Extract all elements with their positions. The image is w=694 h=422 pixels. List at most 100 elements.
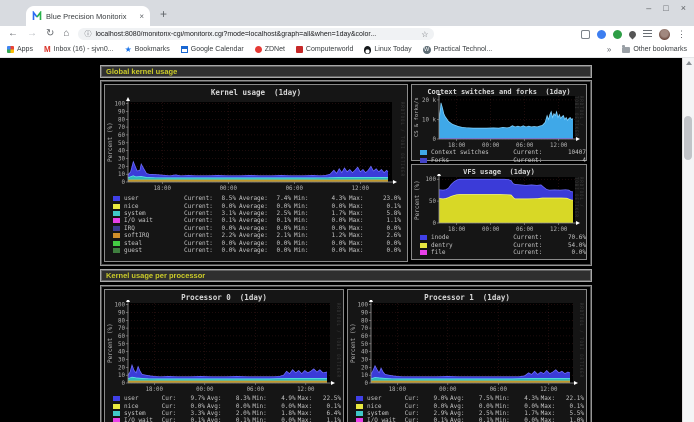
context-switches-plot: 010 k20 k18:0000:0006:0012:00 — [413, 94, 585, 147]
address-bar[interactable]: ⓘ localhost:8080/monitorix-cgi/monitorix… — [78, 28, 434, 40]
y-axis-label: CS & forks/s — [414, 96, 420, 139]
processor-0-legend: userCur:9.7%Avg:8.3%Min:4.9%Max:22.5%nic… — [113, 395, 343, 422]
svg-text:30: 30 — [118, 157, 125, 163]
legend-swatch — [113, 411, 120, 416]
svg-text:00:00: 00:00 — [482, 227, 500, 232]
bookmark-computerworld[interactable]: Computerworld — [296, 46, 353, 53]
vfs-usage-plot: 05010018:0000:0006:0012:00 — [413, 174, 585, 232]
processor-1-graph[interactable]: Processor 1 (1day) Percent (%) 010203040… — [347, 289, 587, 422]
context-switches-legend: Context switchesCurrent:10407ForksCurren… — [420, 149, 586, 164]
svg-text:18:00: 18:00 — [154, 186, 172, 192]
rrdtool-watermark: RRDTOOL / TOBI OETIKER — [574, 177, 584, 223]
reload-icon[interactable]: ↻ — [46, 29, 54, 39]
legend-row: Context switchesCurrent:10407 — [420, 149, 586, 156]
legend-row: niceCur:0.0%Avg:0.0%Min:0.0%Max:0.1% — [113, 402, 343, 409]
legend-row: ForksCurrent:4 — [420, 156, 586, 163]
svg-text:40: 40 — [118, 149, 125, 155]
graph-title: Processor 1 (1day) — [348, 290, 586, 300]
svg-text:12:00: 12:00 — [550, 227, 568, 232]
url-text[interactable]: localhost:8080/monitorix-cgi/monitorix.c… — [95, 31, 417, 38]
svg-text:12:00: 12:00 — [540, 387, 558, 393]
graph-title: Context switches and forks (1day) — [412, 85, 586, 94]
bookmark-google-calendar[interactable]: Google Calendar — [181, 46, 244, 53]
svg-text:00:00: 00:00 — [482, 143, 500, 147]
svg-text:0: 0 — [433, 221, 437, 227]
page-scrollbar[interactable] — [682, 58, 694, 422]
bookmark-apps[interactable]: Apps — [7, 46, 33, 53]
extension-icon-3[interactable] — [613, 30, 622, 39]
svg-text:50: 50 — [118, 141, 125, 147]
kernel-usage-graph[interactable]: Kernel usage (1day) Percent (%) 01020304… — [104, 84, 408, 262]
apps-grid-icon — [7, 46, 14, 53]
bookmark-bookmarks[interactable]: ★Bookmarks — [125, 46, 170, 53]
y-axis-label: Percent (%) — [414, 177, 421, 223]
rrdtool-watermark: RRDTOOL / TOBI OETIKER — [579, 303, 584, 383]
calendar-icon — [181, 46, 188, 53]
page-viewport: Global kernel usage Kernel usage (1day) … — [0, 58, 694, 422]
legend-swatch — [420, 250, 427, 255]
profile-avatar[interactable] — [659, 29, 670, 40]
bookmark-zdnet[interactable]: ZDNet — [255, 46, 285, 53]
svg-text:20: 20 — [361, 365, 368, 371]
back-icon[interactable]: ← — [8, 29, 18, 39]
kernel-usage-per-processor-section: Processor 0 (1day) Percent (%) 010203040… — [100, 285, 592, 422]
processor-1-plot: 010203040506070809010018:0000:0006:0012:… — [349, 300, 585, 393]
svg-text:10: 10 — [118, 172, 125, 178]
tab-title: Blue Precision Monitorix — [46, 12, 135, 21]
svg-text:10: 10 — [361, 373, 368, 379]
svg-text:60: 60 — [118, 334, 125, 340]
rrdtool-watermark: RRDTOOL / TOBI OETIKER — [336, 303, 341, 383]
window-maximize-button[interactable]: □ — [663, 3, 668, 13]
bookmark-inbox[interactable]: MInbox (16) - sjvn0... — [44, 46, 114, 53]
svg-text:0: 0 — [365, 381, 369, 387]
scrollbar-thumb[interactable] — [684, 116, 692, 160]
bookmark-star-icon[interactable]: ☆ — [421, 30, 428, 39]
svg-text:12:00: 12:00 — [297, 387, 315, 393]
window-close-button[interactable]: × — [681, 3, 686, 13]
svg-text:60: 60 — [118, 133, 125, 139]
y-axis-label: Percent (%) — [350, 303, 357, 383]
svg-text:18:00: 18:00 — [389, 387, 407, 393]
legend-row: softIRQCurrent:2.2%Average:2.1%Min:1.2%M… — [113, 232, 407, 239]
y-axis-label: Percent (%) — [107, 102, 114, 182]
bookmark-practical-technology[interactable]: WPractical Technol... — [423, 46, 493, 54]
legend-row: userCur:9.7%Avg:8.3%Min:4.9%Max:22.5% — [113, 395, 343, 402]
legend-row: stealCurrent:0.0%Average:0.0%Min:0.0%Max… — [113, 239, 407, 246]
browser-tab[interactable]: Blue Precision Monitorix × — [26, 6, 150, 26]
svg-text:30: 30 — [361, 358, 368, 364]
monitorix-favicon — [32, 11, 42, 21]
home-icon[interactable]: ⌂ — [63, 29, 69, 39]
svg-text:18:00: 18:00 — [146, 387, 164, 393]
other-bookmarks[interactable]: Other bookmarks — [622, 46, 687, 53]
extension-pin-icon[interactable] — [628, 29, 638, 39]
context-switches-graph[interactable]: Context switches and forks (1day) CS & f… — [411, 84, 587, 161]
scrollbar-up-icon[interactable] — [686, 61, 692, 65]
legend-row: systemCurrent:3.1%Average:2.5%Min:1.7%Ma… — [113, 210, 407, 217]
new-tab-button[interactable]: + — [160, 8, 167, 20]
svg-text:80: 80 — [361, 318, 368, 324]
svg-text:80: 80 — [118, 117, 125, 123]
svg-text:20: 20 — [118, 164, 125, 170]
vfs-usage-graph[interactable]: VFS usage (1day) Percent (%) 05010018:00… — [411, 164, 587, 260]
svg-text:0: 0 — [433, 137, 437, 143]
browser-menu-icon[interactable]: ⋮ — [677, 29, 686, 40]
svg-text:0: 0 — [122, 180, 126, 186]
extension-icon-2[interactable] — [597, 30, 606, 39]
page-info-icon[interactable]: ⓘ — [84, 29, 91, 39]
processor-0-graph[interactable]: Processor 0 (1day) Percent (%) 010203040… — [104, 289, 344, 422]
legend-row: I/O waitCurrent:0.1%Average:0.1%Min:0.0%… — [113, 217, 407, 224]
browser-toolbar: ← → ↻ ⌂ ⓘ localhost:8080/monitorix-cgi/m… — [0, 26, 694, 42]
extension-icon-1[interactable] — [581, 30, 590, 39]
folder-icon — [622, 47, 630, 53]
window-minimize-button[interactable]: – — [646, 3, 651, 13]
graph-title: VFS usage (1day) — [412, 165, 586, 174]
bookmarks-overflow-icon[interactable]: » — [607, 45, 611, 54]
zdnet-icon — [255, 46, 262, 53]
tab-close-icon[interactable]: × — [139, 12, 144, 21]
bookmark-linux-today[interactable]: Linux Today — [364, 46, 411, 54]
star-icon: ★ — [125, 46, 132, 53]
kernel-usage-plot: 010203040506070809010018:0000:0006:0012:… — [106, 97, 406, 193]
legend-swatch — [113, 218, 120, 223]
legend-row: niceCurrent:0.0%Average:0.0%Min:0.0%Max:… — [113, 202, 407, 209]
extension-list-icon[interactable] — [643, 30, 652, 38]
